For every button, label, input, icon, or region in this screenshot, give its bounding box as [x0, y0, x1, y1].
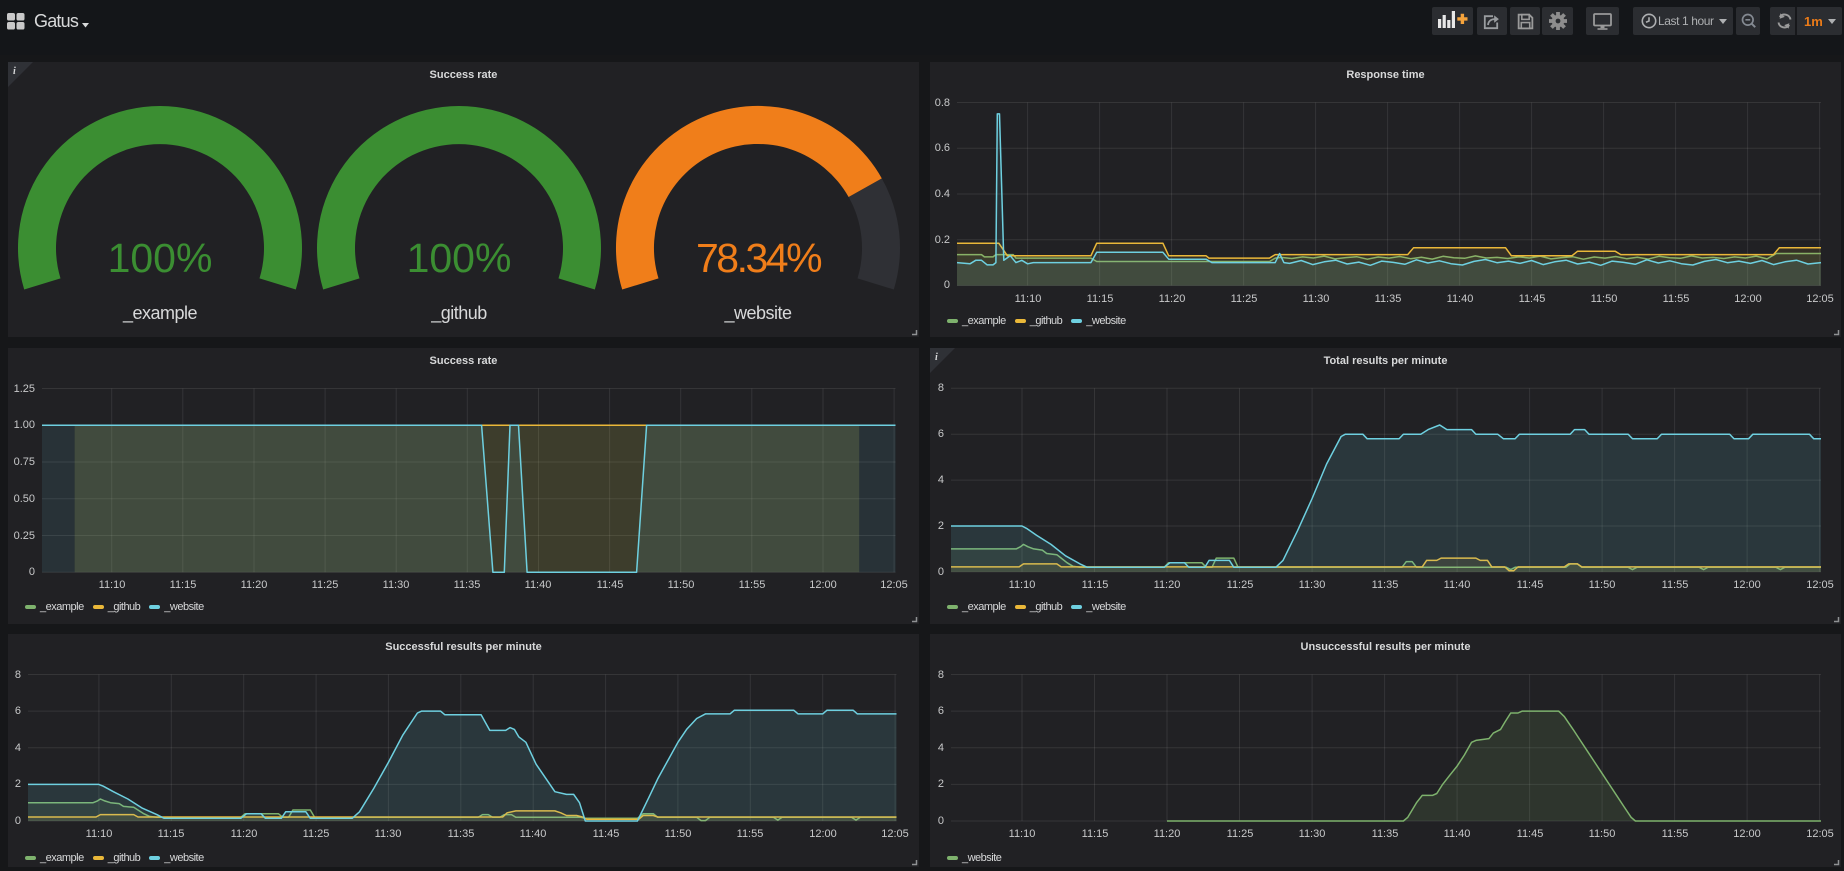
svg-text:100%: 100%: [407, 235, 512, 281]
svg-text:100%: 100%: [108, 235, 213, 281]
svg-text:_website: _website: [723, 303, 792, 324]
svg-text:78.34%: 78.34%: [696, 235, 821, 281]
svg-text:i: i: [935, 352, 938, 363]
svg-text:i: i: [13, 66, 16, 77]
svg-text:_github: _github: [430, 303, 487, 324]
svg-text:_example: _example: [122, 303, 198, 324]
